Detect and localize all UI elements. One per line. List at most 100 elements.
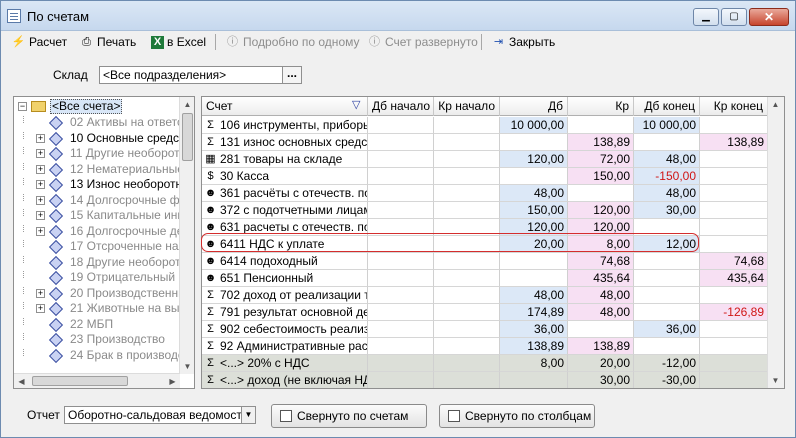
tree-item-label: 24 Брак в производс: [70, 347, 180, 362]
detail-button[interactable]: ⓘ Подробно по одному: [225, 33, 360, 51]
cell-kr-start: [434, 253, 500, 270]
tree-item[interactable]: +12 Нематериальные: [14, 161, 180, 178]
scroll-left-icon[interactable]: ◀: [14, 374, 29, 388]
tree-item[interactable]: +20 Производственны: [14, 285, 180, 302]
column-header-account[interactable]: Счет: [202, 97, 368, 116]
table-row[interactable]: Σ 791 результат основной де 174,89 48,00 -12…: [202, 304, 768, 321]
table-row[interactable]: $30 Касса 150,00 -150,00: [202, 168, 768, 185]
checkbox-icon[interactable]: [280, 410, 292, 422]
calc-button[interactable]: ⚡ Расчет: [11, 33, 68, 51]
tree-item[interactable]: +21 Животные на выр: [14, 301, 180, 317]
table-row[interactable]: ☻ 361 расчёты с отечеств. по 48,00 48,00: [202, 185, 768, 202]
tree-item-label: 15 Капитальные инв: [70, 208, 180, 222]
column-header[interactable]: Кр: [568, 97, 634, 116]
tree-item[interactable]: +13 Износ необоротн: [14, 177, 180, 193]
table-row[interactable]: ☻ 651 Пенсионный 435,64 435,64: [202, 270, 768, 287]
tree-item[interactable]: 18 Другие необорот: [14, 254, 180, 271]
expand-icon[interactable]: +: [36, 195, 45, 205]
tree-item-label: 22 МБП: [70, 316, 114, 331]
column-header[interactable]: Дб конец: [634, 97, 700, 116]
expanded-button[interactable]: ⓘ Счет развернуто: [367, 33, 478, 51]
account-diamond-icon: [50, 148, 61, 159]
table-row[interactable]: Σ 106 инструменты, приборы 10 000,00 10 000…: [202, 117, 768, 134]
cell-account: Σ 92 Административные рас: [202, 338, 368, 355]
tree-vertical-scrollbar[interactable]: ▲ ▼: [179, 97, 194, 374]
table-row[interactable]: Σ 702 доход от реализации т 48,00 48,00: [202, 287, 768, 304]
tree-item[interactable]: +15 Капитальные инв: [14, 208, 180, 224]
tree-item[interactable]: 24 Брак в производс: [14, 347, 180, 364]
column-header[interactable]: Дб: [500, 97, 568, 116]
tree-item[interactable]: 22 МБП: [14, 316, 180, 333]
table-row[interactable]: ☻ 372 с подотчетными лицам 150,00 120,00 30,…: [202, 202, 768, 219]
cell-kr-end: [700, 117, 768, 134]
calc-icon: ⚡: [11, 36, 26, 48]
expand-icon[interactable]: +: [36, 180, 45, 189]
collapse-accounts-checkbox[interactable]: Свернуто по счетам: [271, 404, 427, 428]
scroll-right-icon[interactable]: ▶: [165, 374, 180, 388]
cell-kr-end: [700, 219, 768, 236]
print-button[interactable]: ⎙ Печать: [79, 33, 136, 51]
total-row[interactable]: Σ <...> доход (не включая НД 30,00 -30,00: [202, 372, 768, 388]
cell-kr-end: [700, 287, 768, 304]
scroll-down-icon[interactable]: ▼: [768, 373, 783, 388]
scroll-thumb[interactable]: [32, 376, 128, 386]
grid-vertical-scrollbar[interactable]: ▲ ▼: [767, 97, 784, 388]
tree-item[interactable]: +11 Другие необорот: [14, 146, 180, 162]
scroll-up-icon[interactable]: ▲: [768, 97, 783, 112]
maximize-button[interactable]: ▢: [721, 8, 747, 26]
sigma-icon: Σ: [207, 289, 214, 301]
column-header[interactable]: Кр начало: [434, 97, 500, 116]
column-header[interactable]: Кр конец: [700, 97, 768, 116]
expand-icon[interactable]: +: [36, 211, 45, 220]
tree-item[interactable]: 19 Отрицательный гу: [14, 270, 180, 286]
expand-icon[interactable]: +: [36, 288, 45, 298]
chevron-down-icon[interactable]: ▼: [241, 407, 255, 423]
filter-icon[interactable]: ▽: [352, 98, 360, 111]
tree-item[interactable]: 02 Активы на ответст: [14, 115, 180, 131]
expand-icon[interactable]: +: [36, 133, 45, 143]
expand-icon[interactable]: +: [36, 164, 45, 174]
minimize-button[interactable]: ▁: [693, 8, 719, 26]
close-button[interactable]: ⇥ Закрыть: [491, 33, 555, 51]
tree-item[interactable]: 17 Отсроченные нал: [14, 239, 180, 255]
close-window-button[interactable]: ✕: [749, 8, 789, 26]
report-select[interactable]: Оборотно-сальдовая ведомость ▼: [64, 406, 256, 424]
tree-horizontal-scrollbar[interactable]: ◀ ▶: [14, 373, 180, 388]
tree-root[interactable]: − <Все счета>: [14, 99, 180, 115]
warehouse-browse-button[interactable]: ...: [282, 66, 302, 84]
cell-db-end: 48,00: [634, 151, 700, 168]
collapse-columns-checkbox[interactable]: Свернуто по столбцам: [439, 404, 595, 428]
table-row[interactable]: Σ 902 себестоимость реализ 36,00 36,00: [202, 321, 768, 338]
tree-item[interactable]: +14 Долгосрочные фи: [14, 192, 180, 209]
account-diamond-icon: [50, 334, 61, 345]
cell-kr-end: [700, 168, 768, 185]
table-row[interactable]: ▦ 281 товары на складе 120,00 72,00 48,00: [202, 151, 768, 168]
total-row[interactable]: Σ <...> 20% с НДС 8,00 20,00 -12,00: [202, 355, 768, 372]
sigma-icon: Σ: [207, 340, 214, 352]
scroll-thumb[interactable]: [182, 113, 193, 161]
expand-icon[interactable]: +: [36, 149, 45, 158]
cell-kr-start: [434, 321, 500, 338]
excel-button[interactable]: Xв Excel: [151, 33, 206, 51]
table-row[interactable]: ☻ 6414 подоходный 74,68 74,68: [202, 253, 768, 270]
tree-item[interactable]: +16 Долгосрочные де: [14, 223, 180, 240]
expand-icon[interactable]: +: [36, 226, 45, 236]
table-row[interactable]: Σ 92 Административные рас 138,89 138,89: [202, 338, 768, 355]
table-row[interactable]: Σ 131 износ основных средст 138,89 138,89: [202, 134, 768, 151]
scroll-down-icon[interactable]: ▼: [180, 359, 194, 374]
scroll-up-icon[interactable]: ▲: [180, 97, 194, 112]
warehouse-field[interactable]: <Все подразделения>: [99, 66, 283, 84]
tree-item[interactable]: 23 Производство: [14, 332, 180, 348]
tree-item[interactable]: +10 Основные средст: [14, 130, 180, 147]
sigma-icon: Σ: [207, 374, 214, 386]
cell-db-end: [634, 287, 700, 304]
cell-db-start: [368, 253, 434, 270]
person-icon: ☻: [204, 221, 217, 233]
cell-db-start: [368, 202, 434, 219]
account-diamond-icon: [50, 226, 61, 237]
column-header[interactable]: Дб начало: [368, 97, 434, 116]
collapse-icon[interactable]: −: [18, 102, 27, 111]
cell-db: 36,00: [500, 321, 568, 338]
expand-icon[interactable]: +: [36, 304, 45, 313]
checkbox-icon[interactable]: [448, 410, 460, 422]
